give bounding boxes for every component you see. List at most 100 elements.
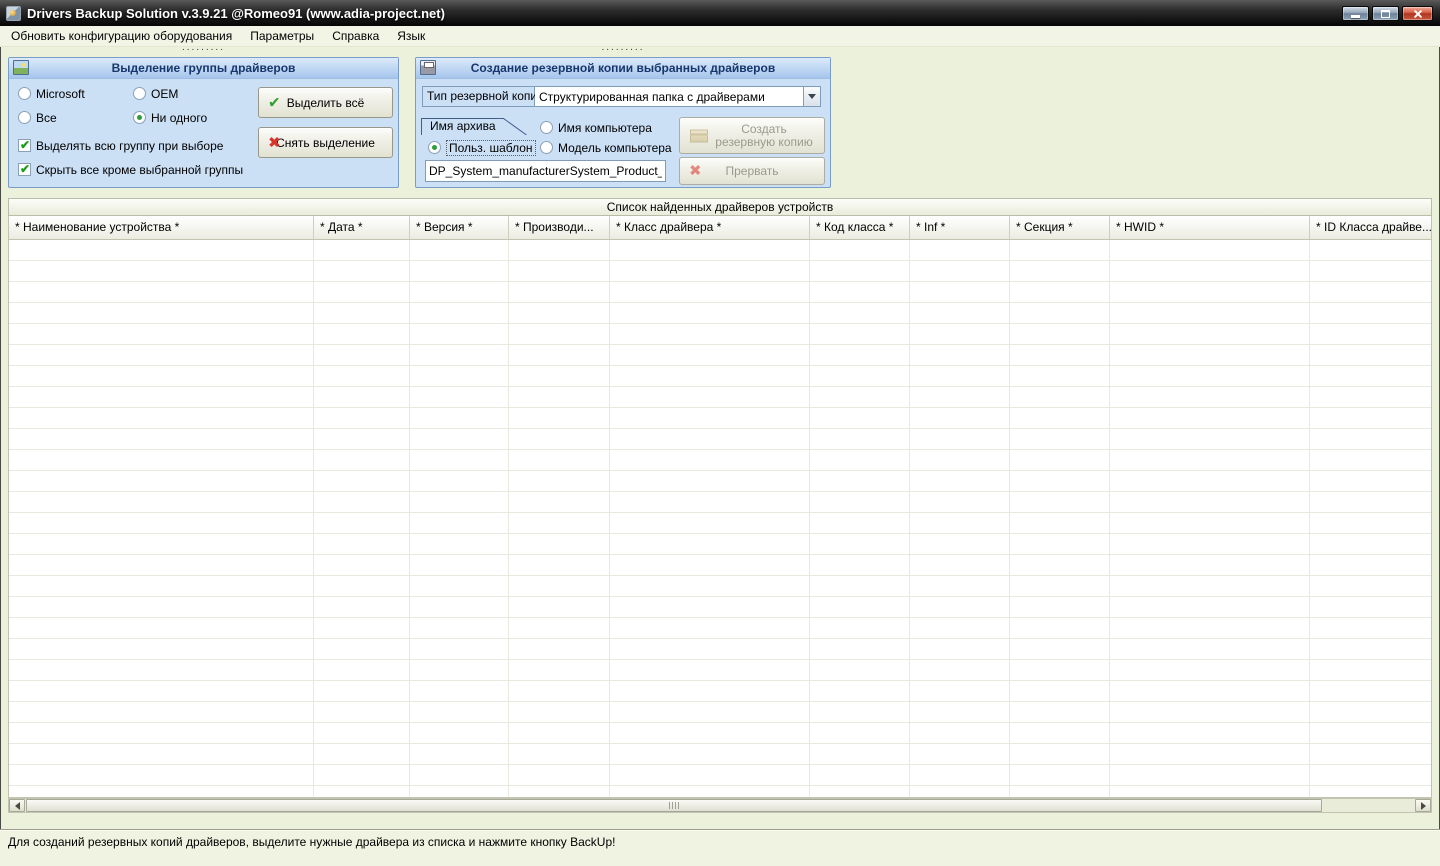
radio-icon [540, 141, 553, 154]
column-header-date[interactable]: * Дата * [314, 216, 410, 239]
decor-dots-left: ......... [8, 43, 399, 53]
radio-oem[interactable]: OEM [133, 86, 178, 101]
backup-type-selected-option: Структурированная папка с драйверами [535, 90, 803, 104]
title-bar: Drivers Backup Solution v.3.9.21 @Romeo9… [0, 0, 1440, 26]
status-text: Для созданий резервных копий драйверов, … [8, 835, 615, 849]
arrow-left-icon [15, 802, 20, 810]
checkbox-select-whole-group[interactable]: Выделять всю группу при выборе [18, 138, 223, 153]
backup-type-select[interactable]: Структурированная папка с драйверами [535, 87, 820, 106]
table-column [314, 240, 410, 797]
radio-user-template[interactable]: Польз. шаблон [428, 140, 536, 155]
radio-icon [18, 111, 31, 124]
radio-icon [540, 121, 553, 134]
maximize-icon [1381, 10, 1390, 18]
abort-button[interactable]: ✖ Прервать [679, 157, 825, 185]
selection-panel-header: Выделение группы драйверов [9, 58, 398, 79]
column-header-section[interactable]: * Секция * [1010, 216, 1110, 239]
minimize-icon [1351, 15, 1360, 18]
archive-name-tab[interactable]: Имя архива [421, 118, 527, 135]
red-x-icon: ✖ [268, 135, 281, 150]
table-column [610, 240, 810, 797]
checkbox-checked-icon [18, 163, 31, 176]
radio-user-template-label: Польз. шаблон [446, 140, 536, 156]
table-column [1010, 240, 1110, 797]
column-header-version[interactable]: * Версия * [410, 216, 509, 239]
radio-selected-icon [428, 141, 441, 154]
column-header-inf[interactable]: * Inf * [910, 216, 1010, 239]
window-title: Drivers Backup Solution v.3.9.21 @Romeo9… [27, 6, 445, 21]
deselect-button-label: Снять выделение [276, 136, 375, 150]
create-backup-button-label: Создать резервную копию [714, 123, 814, 149]
scroll-right-button[interactable] [1415, 799, 1431, 812]
radio-none[interactable]: Ни одного [133, 110, 207, 125]
radio-microsoft[interactable]: Microsoft [18, 86, 85, 101]
archive-name-tab-label: Имя архива [430, 119, 496, 134]
selection-panel-title: Выделение группы драйверов [112, 61, 296, 75]
app-icon[interactable] [6, 6, 21, 21]
printer-icon [420, 60, 436, 75]
table-column [810, 240, 910, 797]
checkbox-checked-icon [18, 139, 31, 152]
column-header-class-code[interactable]: * Код класса * [810, 216, 910, 239]
table-column [910, 240, 1010, 797]
scroll-left-button[interactable] [9, 799, 25, 812]
decor-dots-right: ......... [415, 43, 831, 53]
radio-computer-name-label: Имя компьютера [558, 121, 652, 135]
column-header-class-id[interactable]: * ID Класса драйве... [1310, 216, 1432, 239]
backup-type-label: Тип резервной копии [423, 87, 535, 106]
column-header-driver-class[interactable]: * Класс драйвера * [610, 216, 810, 239]
close-button[interactable] [1402, 6, 1433, 21]
backup-panel-title: Создание резервной копии выбранных драйв… [471, 61, 775, 75]
radio-computer-model[interactable]: Модель компьютера [540, 140, 672, 155]
driver-list-column-header: * Наименование устройства * * Дата * * В… [8, 216, 1432, 240]
backup-type-row: Тип резервной копии Структурированная па… [422, 86, 821, 107]
radio-all[interactable]: Все [18, 110, 57, 125]
archive-name-template-input[interactable] [425, 160, 666, 182]
horizontal-scrollbar[interactable] [8, 798, 1432, 813]
checkbox-select-whole-group-label: Выделять всю группу при выборе [36, 139, 223, 153]
radio-all-label: Все [36, 111, 57, 125]
table-column [9, 240, 314, 797]
scrollbar-thumb[interactable] [26, 799, 1322, 812]
dropdown-button[interactable] [803, 87, 820, 106]
create-backup-button[interactable]: Создать резервную копию [679, 117, 825, 154]
select-all-button[interactable]: ✔ Выделить всё [258, 87, 393, 118]
column-header-manufacturer[interactable]: * Производи... [509, 216, 610, 239]
radio-selected-icon [133, 111, 146, 124]
driver-group-selection-panel: Выделение группы драйверов Microsoft OEM… [8, 57, 399, 188]
radio-computer-name[interactable]: Имя компьютера [540, 120, 652, 135]
close-icon [1413, 9, 1422, 18]
table-column [410, 240, 509, 797]
abort-button-label: Прервать [725, 164, 778, 178]
checkbox-hide-others-label: Скрыть все кроме выбранной группы [36, 163, 243, 177]
backup-panel-header: Создание резервной копии выбранных драйв… [416, 58, 830, 79]
driver-list-title: Список найденных драйверов устройств [8, 198, 1432, 216]
column-header-hwid[interactable]: * HWID * [1110, 216, 1310, 239]
package-icon [690, 129, 708, 142]
radio-computer-model-label: Модель компьютера [558, 141, 672, 155]
picture-icon [13, 60, 29, 75]
window-controls [1342, 6, 1433, 21]
column-header-device-name[interactable]: * Наименование устройства * [9, 216, 314, 239]
maximize-button[interactable] [1372, 6, 1399, 21]
table-column [1110, 240, 1310, 797]
radio-icon [18, 87, 31, 100]
driver-list-body [8, 240, 1432, 798]
backup-creation-panel: Создание резервной копии выбранных драйв… [415, 57, 831, 188]
minimize-button[interactable] [1342, 6, 1369, 21]
radio-icon [133, 87, 146, 100]
status-bar: Для созданий резервных копий драйверов, … [0, 829, 1440, 866]
green-check-icon: ✔ [268, 95, 281, 110]
radio-microsoft-label: Microsoft [36, 87, 85, 101]
red-x-icon: ✖ [689, 164, 702, 179]
arrow-right-icon [1421, 802, 1426, 810]
table-column [509, 240, 610, 797]
table-column [1310, 240, 1432, 797]
select-all-button-label: Выделить всё [287, 96, 365, 110]
deselect-button[interactable]: ✖ Снять выделение [258, 127, 393, 158]
chevron-down-icon [808, 94, 816, 99]
radio-oem-label: OEM [151, 87, 178, 101]
grip-icon [669, 802, 680, 809]
checkbox-hide-others[interactable]: Скрыть все кроме выбранной группы [18, 162, 243, 177]
radio-none-label: Ни одного [151, 111, 207, 125]
